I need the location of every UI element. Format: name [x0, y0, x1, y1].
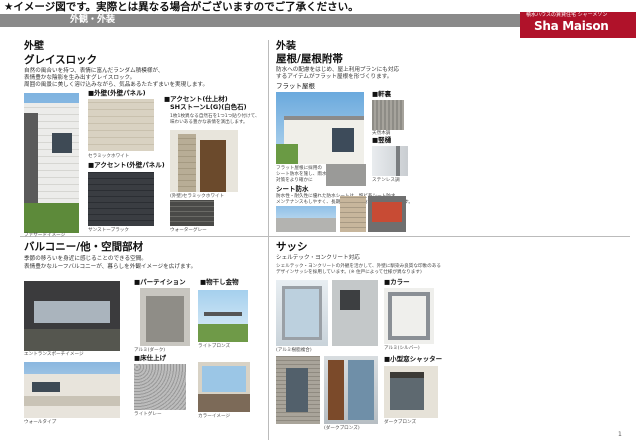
veranda-caption: カラーイメージ: [198, 414, 231, 419]
flat-note-3: 対策をより確かに: [276, 178, 313, 183]
color-frame-photo: [384, 288, 434, 344]
shutter-label: ■小型窓シャッター: [384, 355, 443, 363]
shutter-photo: [384, 366, 438, 418]
sash-photo-3: [276, 356, 320, 424]
sheet-photo-2: [340, 196, 366, 232]
flat-note-1: フラット屋根に採用の: [276, 166, 322, 171]
gutter-caption: ステンレス調: [372, 178, 400, 183]
sash-photo-1: [276, 280, 328, 346]
sash-caption-1: (アルミ樹脂複合): [276, 348, 312, 353]
railing-label: ウォールタイプ: [24, 420, 57, 425]
stone-swatch: [170, 200, 214, 226]
accent-sub: SHストーンL(G)(白色石): [170, 103, 247, 111]
eaves-label: ■軒裏: [372, 90, 392, 98]
color-caption: アルミ(シルバー): [384, 346, 420, 351]
partition-photo: [140, 288, 190, 346]
wall-desc-1: 自然の風合いを持つ、表情に富んだランダム積模様が、: [24, 68, 164, 74]
gutter-label: ■竪樋: [372, 136, 392, 144]
roof-desc-1: 防水への配慮をはじめ、屋上利用プランにも対応: [276, 67, 400, 73]
sheet-photo-3: [368, 196, 406, 232]
floor-caption: ライトグレー: [134, 412, 162, 417]
sash-subheading: シェルテック・ヨンクリート対応: [276, 255, 360, 261]
sash-caption-2: (ダークブロンズ): [324, 426, 360, 431]
wall-subheading: グレイスロック: [24, 54, 98, 66]
wall-type-photo: [24, 362, 120, 418]
roof-desc-2: するアイテムがフラット屋根を形づくります。: [276, 74, 393, 80]
panel2-caption: サンストーブラック: [88, 228, 129, 233]
ceramic-white-swatch: [88, 99, 154, 151]
balcony-desc-2: 表情豊かなルーフバルコニーが、暮らしを外観イメージを広げます。: [24, 264, 197, 270]
fixture-photo: [198, 290, 248, 342]
flat-note-2: シート防水を施し、雨水: [276, 172, 327, 177]
building-photo: [24, 93, 79, 233]
wall-heading: 外壁: [24, 41, 44, 52]
door-photo: [170, 130, 238, 192]
sash-desc-2: デザインサッシを採用しています。(※ 住戸によって仕様が異なります): [276, 270, 422, 275]
roof-heading: 外装: [276, 41, 296, 52]
balcony-photo: [24, 281, 120, 351]
vertical-divider: [268, 40, 269, 440]
flat-roof-photo: [276, 92, 364, 164]
veranda-photo: [198, 362, 250, 412]
facade-caption: ファサードイメージ: [24, 233, 66, 238]
image-notice: ★イメージ図です。実際とは異なる場合がございますのでご了承ください。: [4, 1, 359, 13]
section-title: 外観・外装: [70, 15, 116, 25]
wall-desc-3: 周囲の風景に美しく溶け込みながら、気品あるたたずまいを実現します。: [24, 82, 209, 88]
partition-caption: アルミ(ダーク): [134, 348, 166, 353]
accent-desc-1: 1枚1枚異なる自然石を1つ1つ貼り付けて、: [170, 114, 260, 119]
horizontal-divider: [20, 236, 630, 237]
flat-roof-label: フラット屋根: [276, 82, 315, 90]
eaves-swatch: [372, 100, 404, 130]
brand-subtitle: 積水ハウスの賃貸住宅 シャーメゾン: [526, 12, 608, 18]
balcony-desc-1: 季節の移ろいを身近に感じることのできる空間。: [24, 256, 147, 262]
panel1-caption: セラミックホワイト: [88, 154, 130, 159]
balcony-caption: エントランスポーチイメージ: [24, 352, 84, 357]
shutter-caption: ダークブロンズ: [384, 420, 417, 425]
sash-photo-2: [332, 280, 378, 346]
sash-heading: サッシ: [276, 241, 308, 253]
sunstove-black-swatch: [88, 172, 154, 226]
door-caption: (外壁)セラミックホワイト: [170, 194, 225, 199]
page-number: 1: [618, 431, 622, 438]
panel2-label: ■アクセント(外壁パネル): [88, 161, 165, 169]
balcony-heading: バルコニー/他・空間部材: [24, 241, 144, 253]
sheet-label: シート防水: [276, 185, 309, 193]
roof-subheading: 屋根/屋根附帯: [276, 53, 343, 65]
floor-label: ■床仕上げ: [134, 354, 167, 362]
sash-desc-1: シェルテック・ヨンクリートの外観を活かして、外壁に馴染み良質な印象のある: [276, 264, 441, 269]
fixture-caption: ライトブロンズ: [198, 344, 231, 349]
gutter-photo: [372, 146, 408, 176]
color-label: ■カラー: [384, 278, 410, 286]
stone-caption: ウォーターグレー: [170, 228, 207, 233]
wall-desc-2: 表情豊かな陰影を生み出すグレイスロック。: [24, 75, 136, 81]
partition-label: ■パーテイション: [134, 278, 186, 286]
panel1-label: ■外壁(外壁パネル): [88, 89, 146, 97]
sheet-photo-1: [276, 206, 336, 232]
fixture-label: ■物干し金物: [200, 278, 239, 286]
brand-name: Sha Maison: [534, 19, 609, 33]
sash-photo-4: [324, 356, 378, 424]
roof-detail-photo: [326, 164, 366, 186]
floor-swatch: [134, 364, 186, 410]
accent-desc-2: 味わいある豊かな表情を演出します。: [170, 120, 248, 125]
